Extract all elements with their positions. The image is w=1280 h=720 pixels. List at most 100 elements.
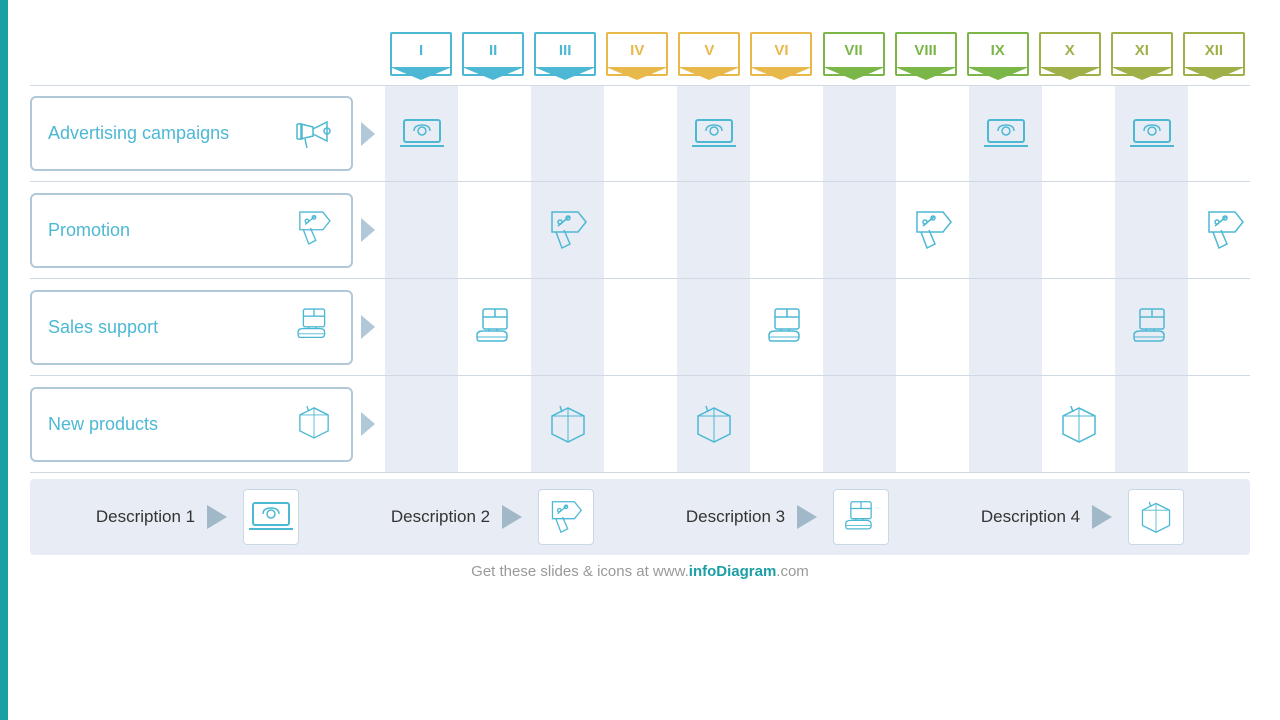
grid-cell-2-1	[458, 279, 531, 375]
legend-icon-box-3	[1128, 489, 1184, 545]
months-row: IIIIIIIVVVIVIIVIIIIXXXIXII	[385, 28, 1250, 83]
grid-cell-0-7	[896, 86, 969, 181]
grid-cell-0-2	[531, 86, 604, 181]
label-arrow-0	[361, 122, 375, 146]
grid-cells-3	[385, 376, 1261, 472]
grid-cell-2-4	[677, 279, 750, 375]
grid-cell-2-3	[604, 279, 677, 375]
label-cell-3: New products	[30, 376, 385, 472]
label-cell-0: Advertising campaigns	[30, 86, 385, 181]
legend-item-0: Description 1	[96, 489, 299, 545]
cell-icon-0-10	[1126, 108, 1178, 160]
cell-icon-1-7	[907, 204, 959, 256]
cell-icon-2-1	[469, 301, 521, 353]
cell-icon-2-5	[761, 301, 813, 353]
cell-icon-3-2	[542, 398, 594, 450]
grid-cells-2	[385, 279, 1261, 375]
grid-cell-0-0	[385, 86, 458, 181]
legend-item-2: Description 3	[686, 489, 889, 545]
cell-icon-0-4	[688, 108, 740, 160]
label-cell-2: Sales support	[30, 279, 385, 375]
grid-cell-2-9	[1042, 279, 1115, 375]
grid-cell-3-10	[1115, 376, 1188, 472]
grid-cell-3-6	[823, 376, 896, 472]
grid-cell-1-1	[458, 182, 531, 278]
label-box-3: New products	[30, 387, 353, 462]
activity-row-3: New products	[30, 376, 1250, 473]
grid-cell-1-10	[1115, 182, 1188, 278]
label-icon-1	[291, 205, 337, 256]
grid-cell-0-3	[604, 86, 677, 181]
legend-arrow-3	[1088, 501, 1120, 533]
grid-cell-0-5	[750, 86, 823, 181]
header	[0, 0, 1280, 28]
grid-cell-1-9	[1042, 182, 1115, 278]
month-cell-IV: IV	[601, 28, 673, 83]
grid-cell-1-6	[823, 182, 896, 278]
grid-cell-2-0	[385, 279, 458, 375]
grid-cell-0-8	[969, 86, 1042, 181]
label-box-0: Advertising campaigns	[30, 96, 353, 171]
grid-cell-3-9	[1042, 376, 1115, 472]
grid-cell-3-7	[896, 376, 969, 472]
month-cell-V: V	[673, 28, 745, 83]
grid-cell-2-6	[823, 279, 896, 375]
label-text-2: Sales support	[48, 316, 158, 339]
legend-arrow-1	[498, 501, 530, 533]
cell-icon-2-10	[1126, 301, 1178, 353]
month-cell-IX: IX	[962, 28, 1034, 83]
label-icon-2	[291, 302, 337, 353]
grid-cells-1	[385, 182, 1261, 278]
grid-cell-3-3	[604, 376, 677, 472]
grid-cell-2-2	[531, 279, 604, 375]
legend-arrow-0	[203, 501, 235, 533]
activity-row-2: Sales support	[30, 279, 1250, 376]
grid-cell-1-11	[1188, 182, 1261, 278]
cell-icon-1-2	[542, 204, 594, 256]
grid-cell-0-10	[1115, 86, 1188, 181]
legend-icon-box-1	[538, 489, 594, 545]
left-accent	[0, 0, 8, 720]
activity-row-1: Promotion	[30, 182, 1250, 279]
legend-icon-box-2	[833, 489, 889, 545]
label-arrow-2	[361, 315, 375, 339]
grid-cell-0-6	[823, 86, 896, 181]
label-box-1: Promotion	[30, 193, 353, 268]
legend-item-3: Description 4	[981, 489, 1184, 545]
label-icon-0	[291, 108, 337, 159]
month-cell-X: X	[1034, 28, 1106, 83]
grid-cell-1-2	[531, 182, 604, 278]
month-cell-VI: VI	[745, 28, 817, 83]
main-content: IIIIIIIVVVIVIIVIIIIXXXIXII Advertising c…	[0, 28, 1280, 580]
legend-label-0: Description 1	[96, 507, 195, 527]
table-area: Advertising campaigns Promotion	[30, 85, 1250, 473]
month-cell-I: I	[385, 28, 457, 83]
grid-cell-1-5	[750, 182, 823, 278]
footer-text: Get these slides & icons at www.infoDiag…	[30, 563, 1250, 580]
label-text-0: Advertising campaigns	[48, 122, 229, 145]
cell-icon-3-4	[688, 398, 740, 450]
cell-icon-3-9	[1053, 398, 1105, 450]
grid-cell-2-11	[1188, 279, 1261, 375]
grid-cell-3-11	[1188, 376, 1261, 472]
month-cell-III: III	[529, 28, 601, 83]
grid-cell-1-7	[896, 182, 969, 278]
grid-cell-3-8	[969, 376, 1042, 472]
label-cell-1: Promotion	[30, 182, 385, 278]
cell-icon-1-11	[1199, 204, 1251, 256]
label-arrow-1	[361, 218, 375, 242]
month-cell-XII: XII	[1178, 28, 1250, 83]
label-icon-3	[291, 399, 337, 450]
legend-bar: Description 1 Description 2 Description …	[30, 479, 1250, 555]
activity-row-0: Advertising campaigns	[30, 85, 1250, 182]
grid-cell-1-4	[677, 182, 750, 278]
legend-item-1: Description 2	[391, 489, 594, 545]
grid-cell-1-3	[604, 182, 677, 278]
legend-icon-box-0	[243, 489, 299, 545]
legend-arrow-2	[793, 501, 825, 533]
month-cell-II: II	[457, 28, 529, 83]
legend-label-3: Description 4	[981, 507, 1080, 527]
label-arrow-3	[361, 412, 375, 436]
legend-label-2: Description 3	[686, 507, 785, 527]
grid-cell-0-11	[1188, 86, 1261, 181]
